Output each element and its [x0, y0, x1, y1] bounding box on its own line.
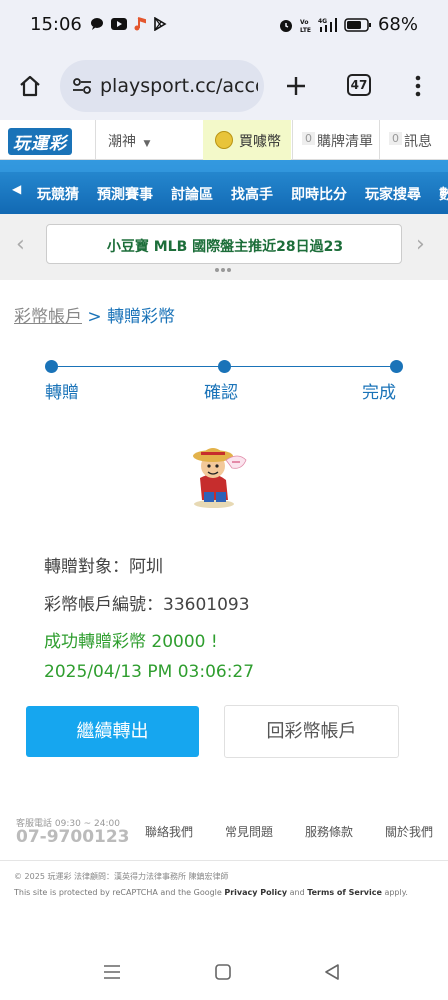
main-nav: ◀ 玩競猜 預測賽事 討論區 找高手 即時比分 玩家搜尋 數據	[0, 160, 448, 214]
breadcrumb-separator: >	[87, 307, 102, 327]
back-nav-icon[interactable]	[324, 964, 340, 980]
battery-icon	[344, 17, 371, 32]
banner-next-icon[interactable]: ›	[416, 232, 425, 257]
android-nav-bar	[0, 950, 448, 1000]
banner-box[interactable]: 小豆寶 MLB 國際盤主推近28日過23	[46, 224, 402, 264]
recipient-avatar	[193, 448, 247, 508]
privacy-policy-link[interactable]: Privacy Policy	[224, 888, 287, 897]
play-store-icon	[154, 17, 167, 31]
more-menu-icon[interactable]	[408, 74, 428, 98]
transfer-timestamp: 2025/04/13 PM 03:06:27	[44, 662, 255, 682]
continue-transfer-button[interactable]: 繼續轉出	[26, 706, 199, 757]
back-to-account-button[interactable]: 回彩幣帳戶	[224, 705, 399, 758]
step-dot-confirm	[218, 360, 231, 373]
system-status: Vo LTE 4G 68%	[278, 14, 418, 35]
step-label-transfer: 轉贈	[45, 383, 79, 403]
nav-item-data[interactable]: 數據	[430, 184, 448, 204]
home-icon[interactable]	[18, 74, 42, 98]
site-logo[interactable]: 玩運彩	[8, 128, 72, 155]
alarm-icon	[279, 19, 292, 32]
copyright-text: © 2025 玩運彩 法律顧問：漢英得力法律事務所 陳鎮宏律師	[14, 872, 229, 881]
breadcrumb-parent-link[interactable]: 彩幣帳戶	[14, 307, 82, 327]
url-text: playsport.cc/acco	[100, 75, 258, 97]
svg-text:LTE: LTE	[300, 27, 311, 33]
account-number-text: 彩幣帳戶編號：33601093	[44, 595, 250, 615]
hotline-number[interactable]: 07-9700123	[16, 827, 130, 847]
recent-apps-icon[interactable]	[103, 964, 121, 980]
cart-button[interactable]: 0 購牌清單	[292, 120, 379, 160]
home-nav-icon[interactable]	[215, 964, 231, 980]
browser-toolbar: playsport.cc/acco 47	[0, 50, 448, 120]
coin-icon	[215, 131, 233, 149]
banner-text: 小豆寶 MLB 國際盤主推近28日過23	[106, 239, 344, 255]
recaptcha-text: This site is protected by reCAPTCHA and …	[14, 888, 225, 897]
nav-item-guess[interactable]: 玩競猜	[28, 184, 88, 204]
caret-down-icon: ▼	[143, 139, 151, 149]
user-menu-dropdown[interactable]: 潮神 ▼	[108, 131, 150, 151]
status-time: 15:06	[30, 14, 82, 35]
site-settings-icon[interactable]	[72, 76, 92, 96]
nav-item-player-search[interactable]: 玩家搜尋	[356, 184, 430, 204]
footer: 客服電話 09:30 ~ 24:00 07-9700123 聯絡我們 常見問題 …	[0, 808, 448, 918]
breadcrumb: 彩幣帳戶 > 轉贈彩幣	[14, 302, 175, 327]
footer-divider	[0, 860, 448, 861]
svg-text:Vo: Vo	[300, 19, 308, 26]
nav-scroll-left-icon[interactable]: ◀	[12, 182, 21, 196]
footer-link-faq[interactable]: 常見問題	[225, 823, 273, 840]
footer-link-terms[interactable]: 服務條款	[305, 823, 353, 840]
promo-banner: ‹ 小豆寶 MLB 國際盤主推近28日過23 ›	[0, 214, 448, 280]
banner-prev-icon[interactable]: ‹	[16, 232, 25, 257]
status-bar: 15:06 Vo LTE 4G 68%	[0, 0, 448, 50]
messages-label: 訊息	[404, 134, 432, 150]
success-message: 成功轉贈彩幣 20000 !	[44, 632, 218, 652]
footer-link-contact[interactable]: 聯絡我們	[145, 823, 193, 840]
cart-count-badge: 0	[302, 132, 315, 145]
step-dot-transfer	[45, 360, 58, 373]
cart-label: 購牌清單	[317, 134, 373, 150]
youtube-icon	[111, 18, 127, 30]
signal-4g-icon: 4G	[318, 17, 337, 32]
new-tab-icon[interactable]	[284, 74, 308, 98]
site-header: 玩運彩 潮神 ▼ 買噱幣 0 購牌清單 0 訊息	[0, 120, 448, 160]
recaptcha-and: and	[287, 888, 308, 897]
step-dot-complete	[390, 360, 403, 373]
address-bar[interactable]: playsport.cc/acco	[60, 60, 264, 112]
step-label-complete: 完成	[362, 383, 396, 403]
recaptcha-apply: apply.	[381, 888, 408, 897]
svg-text:4G: 4G	[318, 18, 327, 25]
recaptcha-notice: This site is protected by reCAPTCHA and …	[14, 888, 408, 897]
user-menu-label: 潮神	[108, 134, 136, 150]
messages-count-badge: 0	[389, 132, 402, 145]
messages-button[interactable]: 0 訊息	[379, 120, 448, 160]
notification-icons	[90, 17, 167, 31]
tab-switcher-button[interactable]: 47	[347, 74, 371, 96]
battery-percent: 68%	[377, 14, 418, 35]
nav-item-forum[interactable]: 討論區	[162, 184, 222, 204]
chat-icon	[91, 18, 103, 30]
step-label-confirm: 確認	[204, 383, 238, 403]
nav-items: 玩競猜 預測賽事 討論區 找高手 即時比分 玩家搜尋 數據	[28, 184, 448, 204]
music-icon	[134, 17, 146, 31]
terms-of-service-link[interactable]: Terms of Service	[307, 888, 382, 897]
banner-pager	[215, 268, 231, 272]
nav-item-experts[interactable]: 找高手	[222, 184, 282, 204]
nav-item-predict[interactable]: 預測賽事	[88, 184, 162, 204]
breadcrumb-current: 轉贈彩幣	[107, 307, 176, 327]
nav-item-live-scores[interactable]: 即時比分	[282, 184, 356, 204]
footer-link-about[interactable]: 關於我們	[385, 823, 433, 840]
nav-stripe	[0, 160, 448, 172]
recipient-text: 轉贈對象：阿圳	[44, 557, 163, 577]
header-divider	[95, 120, 96, 160]
volte-icon: VoLTE	[300, 19, 311, 33]
buy-coins-label: 買噱幣	[239, 134, 281, 150]
buy-coins-button[interactable]: 買噱幣	[203, 120, 291, 160]
progress-steps: 轉贈 確認 完成	[0, 356, 448, 406]
